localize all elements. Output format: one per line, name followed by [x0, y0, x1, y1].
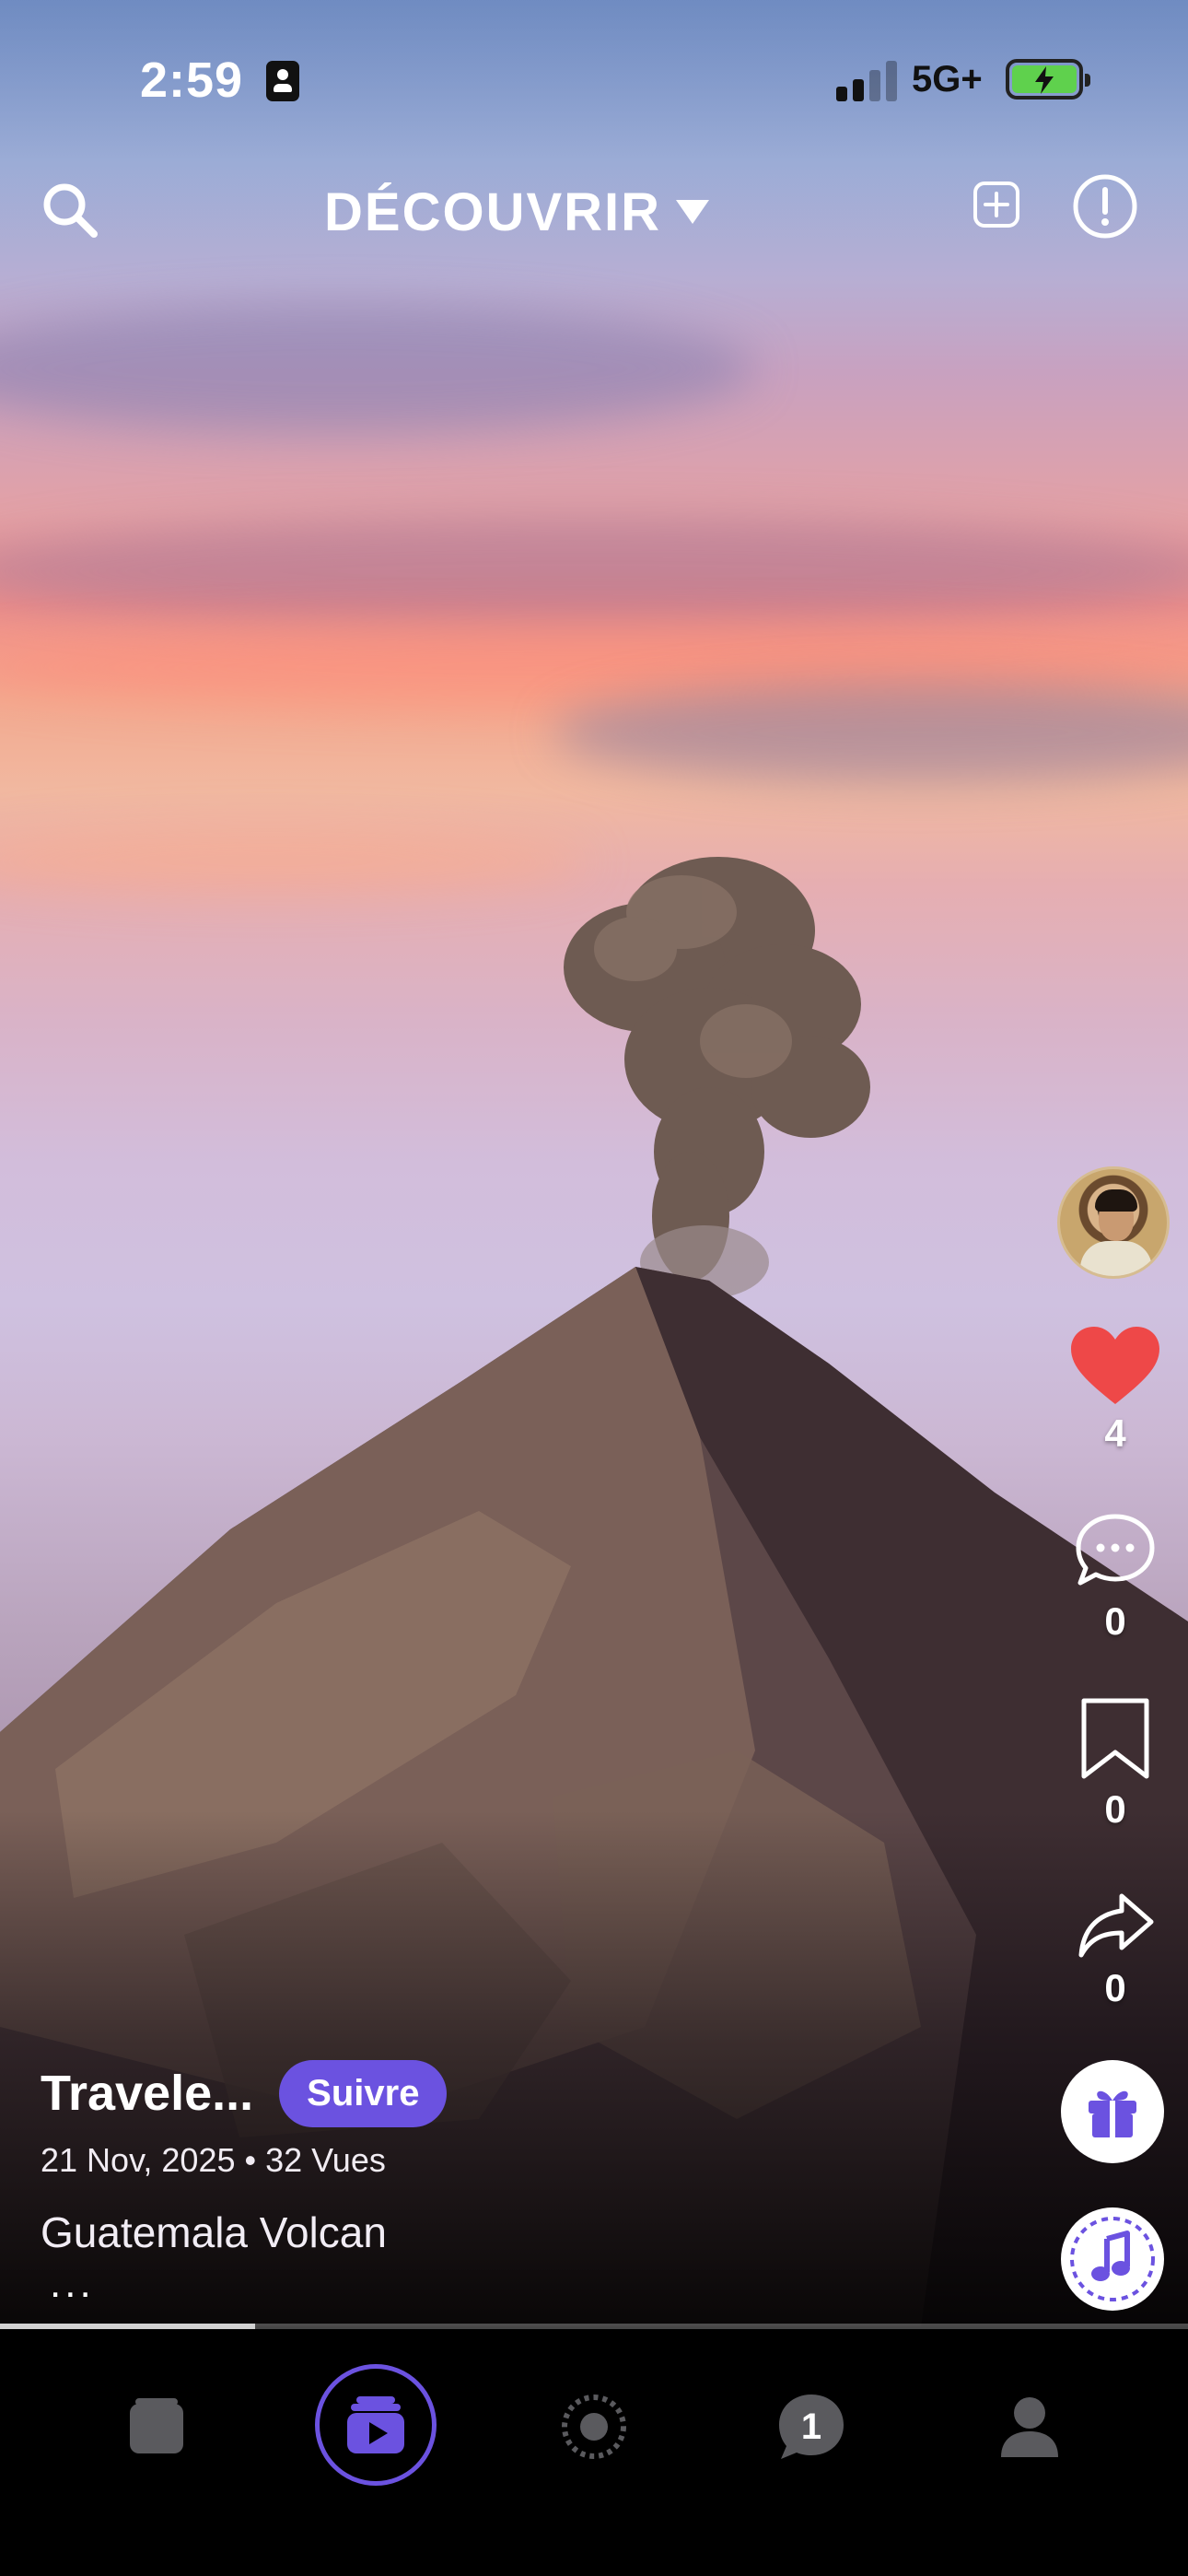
post-info: Travele... Suivre 21 Nov, 2025 • 32 Vues… — [41, 2056, 998, 2307]
status-time: 2:59 — [140, 53, 244, 108]
stack-icon — [130, 2398, 183, 2453]
caret-down-icon — [676, 200, 710, 224]
tab-videos[interactable] — [315, 2364, 437, 2486]
signal-icon — [836, 61, 897, 101]
bookmark-count: 0 — [1104, 1787, 1126, 1831]
music-button[interactable] — [1061, 2207, 1164, 2311]
create-post-button[interactable] — [967, 175, 1026, 234]
live-dot-icon — [562, 2395, 626, 2459]
share-icon — [1078, 1893, 1154, 1958]
bookmark-button[interactable]: 0 — [1059, 1695, 1171, 1832]
creator-avatar[interactable] — [1057, 1166, 1170, 1279]
app-screen: 2:59 5G+ DÉCOUVRIR 4 0 0 0 Travele... Su… — [0, 0, 1188, 2576]
messages-badge: 1 — [800, 2406, 822, 2447]
music-note-icon — [1070, 2217, 1155, 2301]
search-button[interactable] — [33, 173, 107, 247]
comment-button[interactable]: 0 — [1059, 1511, 1171, 1644]
post-meta: 21 Nov, 2025 • 32 Vues — [41, 2141, 386, 2179]
status-bar: 2:59 5G+ — [0, 0, 1188, 157]
add-square-icon — [973, 181, 1019, 228]
feed-title: DÉCOUVRIR — [324, 181, 662, 242]
battery-icon — [1006, 59, 1090, 100]
follow-button[interactable]: Suivre — [279, 2059, 448, 2127]
gift-button[interactable] — [1061, 2060, 1164, 2163]
video-stack-icon — [347, 2396, 404, 2453]
report-icon — [1073, 174, 1137, 239]
share-button[interactable]: 0 — [1059, 1891, 1171, 2010]
tab-profile[interactable] — [965, 2362, 1094, 2491]
caption-more[interactable]: ... — [50, 2261, 998, 2307]
share-count: 0 — [1104, 1966, 1126, 2009]
like-button[interactable]: 4 — [1059, 1325, 1171, 1456]
report-button[interactable] — [1070, 171, 1140, 241]
comment-count: 0 — [1104, 1599, 1126, 1643]
tab-stack[interactable] — [92, 2362, 221, 2491]
post-caption: Guatemala Volcan — [41, 2208, 387, 2256]
gift-icon — [1089, 2090, 1136, 2137]
comment-icon — [1076, 1514, 1155, 1586]
bottom-tab-bar: 1 — [0, 2329, 1188, 2576]
tab-live[interactable] — [530, 2362, 658, 2491]
id-card-icon — [266, 61, 299, 101]
feed-selector[interactable]: DÉCOUVRIR — [324, 175, 711, 249]
search-icon — [43, 183, 98, 238]
profile-icon — [1001, 2397, 1058, 2457]
video-player[interactable] — [0, 0, 1188, 2326]
heart-icon — [1071, 1327, 1159, 1404]
bookmark-icon — [1081, 1698, 1149, 1779]
creator-username[interactable]: Travele... — [41, 2065, 253, 2122]
like-count: 4 — [1104, 1411, 1126, 1455]
top-header: DÉCOUVRIR — [0, 157, 1188, 258]
tab-messages[interactable]: 1 — [747, 2362, 876, 2491]
network-label: 5G+ — [912, 59, 983, 100]
